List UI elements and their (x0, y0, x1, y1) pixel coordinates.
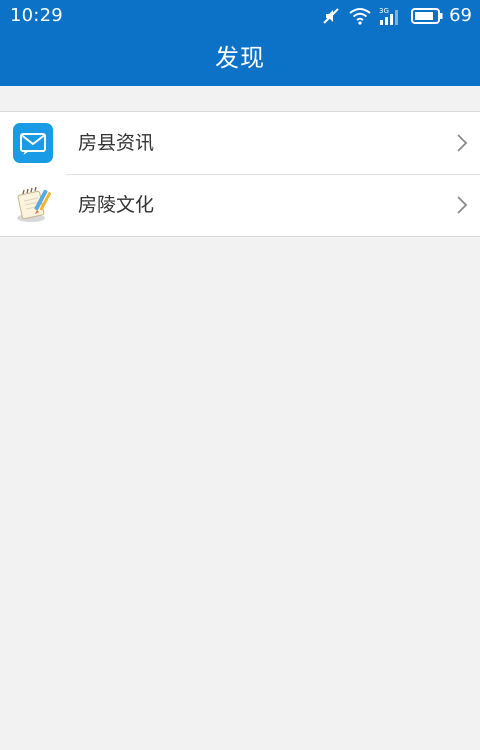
app-bar: 发现 (0, 32, 480, 86)
chevron-right-icon (456, 195, 468, 215)
chevron-right-icon (456, 133, 468, 153)
battery-icon (411, 8, 443, 24)
list-item-culture[interactable]: 房陵文化 (0, 174, 480, 236)
wifi-icon (349, 7, 371, 25)
mail-icon (13, 123, 53, 163)
list-item-label: 房陵文化 (78, 194, 155, 216)
svg-text:3G: 3G (379, 7, 389, 15)
status-bar: 10:29 3G 69 (0, 0, 480, 32)
discover-list: 房县资讯 房陵文化 (0, 111, 480, 237)
list-item-label: 房县资讯 (78, 132, 155, 154)
signal-3g-icon: 3G (379, 6, 403, 26)
battery-level: 69 (449, 5, 472, 26)
notebook-icon (13, 185, 53, 225)
mute-icon (321, 6, 341, 26)
page-title: 发现 (215, 44, 265, 72)
list-item-news[interactable]: 房县资讯 (0, 112, 480, 174)
status-icons: 3G 69 (321, 5, 472, 27)
status-time: 10:29 (10, 5, 63, 26)
